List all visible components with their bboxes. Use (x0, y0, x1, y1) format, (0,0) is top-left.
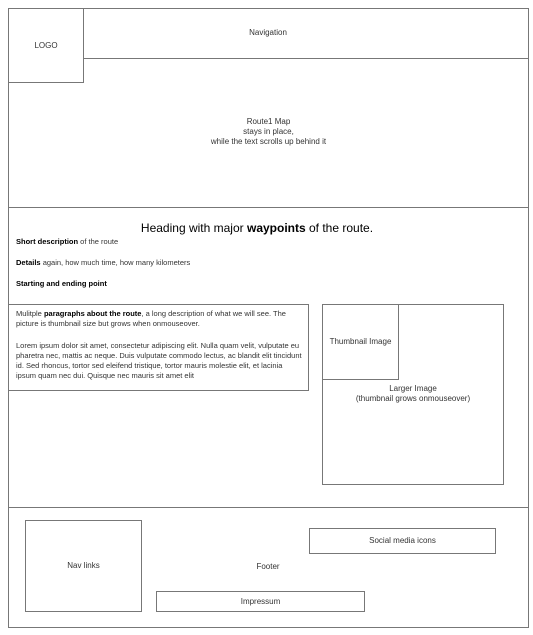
social-media-icons[interactable]: Social media icons (309, 528, 496, 554)
thumbnail-image[interactable]: Thumbnail Image (322, 304, 399, 380)
details-bold: Details (16, 258, 41, 267)
start-end-point: Starting and ending point (16, 279, 107, 288)
logo-label: LOGO (34, 40, 58, 50)
heading-text-post: of the route. (305, 221, 374, 235)
details-rest: again, how much time, how many kilometer… (40, 258, 191, 267)
short-description: Short description of the route (16, 237, 118, 246)
impressum-label: Impressum (240, 596, 281, 606)
start-end-bold: Starting and ending point (16, 279, 107, 288)
nav-links-label: Nav links (67, 561, 100, 570)
route-map-placeholder: Route1 Map stays in place, while the tex… (8, 117, 529, 147)
short-description-rest: of the route (78, 237, 119, 246)
footer-label: Footer (256, 562, 280, 571)
larger-image-label: Larger Image (thumbnail grows onmouseove… (330, 384, 496, 404)
details-line: Details again, how much time, how many k… (16, 258, 190, 267)
heading-text-bold: waypoints (246, 221, 306, 235)
navigation-label: Navigation (249, 28, 287, 37)
short-description-bold: Short description (16, 237, 79, 246)
route-heading: Heading with major waypoints of the rout… (8, 221, 506, 236)
description-paragraph-2: Lorem ipsum dolor sit amet, consectetur … (16, 341, 302, 380)
wireframe-page: LOGO Navigation Route1 Map stays in plac… (0, 0, 533, 635)
larger-image-subtitle: (thumbnail grows onmouseover) (355, 394, 471, 403)
heading-text-pre: Heading with major (140, 221, 247, 235)
logo[interactable]: LOGO (8, 8, 84, 83)
footer-nav-links[interactable]: Nav links (25, 520, 142, 612)
map-label-line-2: stays in place, (243, 127, 294, 136)
para1-bold: paragraphs about the route (43, 309, 142, 318)
thumbnail-label: Thumbnail Image (329, 337, 392, 346)
description-paragraph-1: Mulitple paragraphs about the route, a l… (16, 309, 304, 329)
para1-pre: Mulitple (16, 309, 44, 318)
impressum-link[interactable]: Impressum (156, 591, 365, 612)
map-label-line-1: Route1 Map (246, 117, 291, 126)
map-label-line-3: while the text scrolls up behind it (210, 137, 327, 146)
larger-image-title: Larger Image (389, 384, 437, 393)
social-label: Social media icons (369, 536, 436, 545)
